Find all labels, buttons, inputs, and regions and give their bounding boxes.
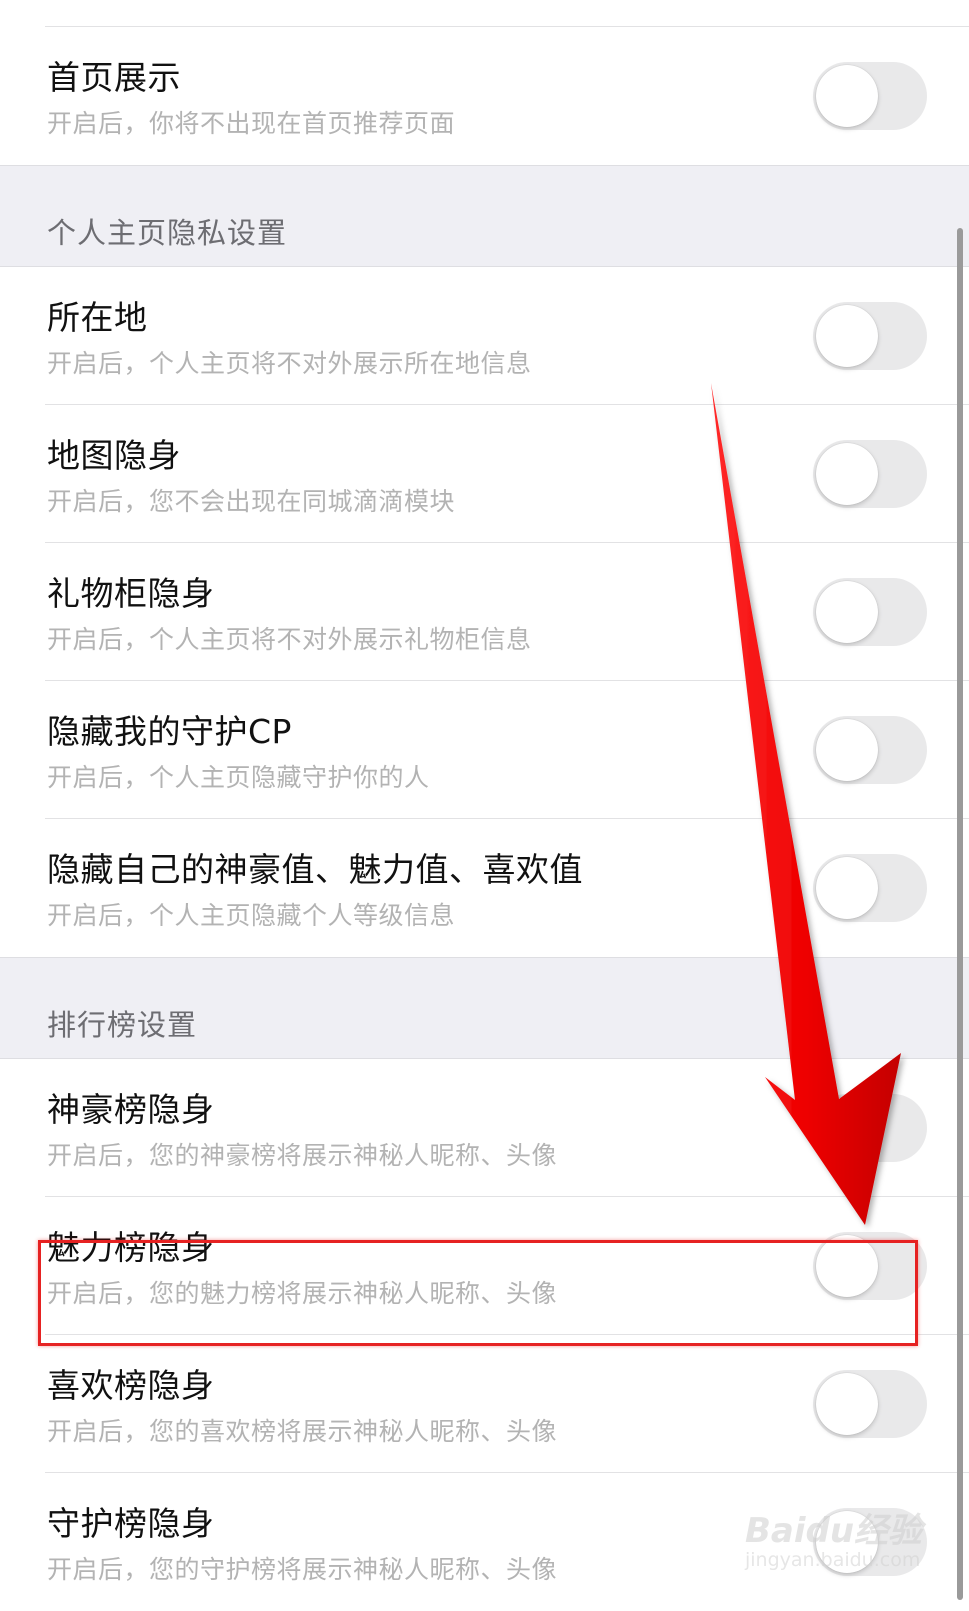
map-invisible-toggle[interactable]	[813, 440, 927, 508]
toggle-knob	[816, 65, 878, 127]
rich-rank-toggle[interactable]	[813, 1094, 927, 1162]
home-display-toggle[interactable]	[813, 62, 927, 130]
toggle-knob	[816, 1373, 878, 1435]
toggle-knob	[816, 1097, 878, 1159]
toggle-knob	[816, 305, 878, 367]
baidu-watermark: Baidu经验 jingyan.baidu.com	[745, 1503, 945, 1583]
location-toggle[interactable]	[813, 302, 927, 370]
hide-values-toggle[interactable]	[813, 854, 927, 922]
setting-title: 首页展示	[47, 58, 181, 97]
toggle-knob	[816, 443, 878, 505]
setting-description: 开启后，您的守护榜将展示神秘人昵称、头像	[47, 1555, 558, 1584]
setting-description: 开启后，个人主页将不对外展示所在地信息	[47, 349, 532, 378]
setting-row-rich-rank: 神豪榜隐身 开启后，您的神豪榜将展示神秘人昵称、头像	[0, 1059, 969, 1197]
gift-cabinet-toggle[interactable]	[813, 578, 927, 646]
section-title: 个人主页隐私设置	[47, 216, 288, 250]
setting-row-map-invisible: 地图隐身 开启后，您不会出现在同城滴滴模块	[0, 405, 969, 543]
setting-description: 开启后，个人主页隐藏守护你的人	[47, 763, 430, 792]
setting-description: 开启后，您的神豪榜将展示神秘人昵称、头像	[47, 1141, 558, 1170]
setting-title: 喜欢榜隐身	[47, 1366, 215, 1405]
setting-title: 礼物柜隐身	[47, 574, 215, 613]
setting-title: 守护榜隐身	[47, 1504, 215, 1543]
setting-description: 开启后，你将不出现在首页推荐页面	[47, 109, 456, 138]
setting-row-like-rank: 喜欢榜隐身 开启后，您的喜欢榜将展示神秘人昵称、头像	[0, 1335, 969, 1473]
scrollbar[interactable]	[957, 228, 963, 1600]
section-title: 排行榜设置	[47, 1008, 198, 1042]
setting-title: 神豪榜隐身	[47, 1090, 215, 1129]
highlight-box	[38, 1240, 918, 1346]
like-rank-toggle[interactable]	[813, 1370, 927, 1438]
toggle-knob	[816, 857, 878, 919]
setting-description: 开启后，个人主页将不对外展示礼物柜信息	[47, 625, 532, 654]
guard-cp-toggle[interactable]	[813, 716, 927, 784]
setting-row-location: 所在地 开启后，个人主页将不对外展示所在地信息	[0, 267, 969, 405]
setting-description: 开启后，个人主页隐藏个人等级信息	[47, 901, 456, 930]
setting-row-guard-cp: 隐藏我的守护CP 开启后，个人主页隐藏守护你的人	[0, 681, 969, 819]
toggle-knob	[816, 581, 878, 643]
setting-title: 地图隐身	[47, 436, 181, 475]
section-header-profile-privacy: 个人主页隐私设置	[0, 165, 969, 267]
setting-row-hide-values: 隐藏自己的神豪值、魅力值、喜欢值 开启后，个人主页隐藏个人等级信息	[0, 819, 969, 957]
setting-title: 隐藏我的守护CP	[47, 712, 292, 751]
setting-description: 开启后，您的喜欢榜将展示神秘人昵称、头像	[47, 1417, 558, 1446]
setting-title: 隐藏自己的神豪值、魅力值、喜欢值	[47, 850, 583, 889]
watermark-url: jingyan.baidu.com	[745, 1549, 921, 1571]
toggle-knob	[816, 719, 878, 781]
section-header-leaderboard: 排行榜设置	[0, 957, 969, 1059]
setting-description: 开启后，您不会出现在同城滴滴模块	[47, 487, 456, 516]
setting-row-gift-cabinet: 礼物柜隐身 开启后，个人主页将不对外展示礼物柜信息	[0, 543, 969, 681]
setting-title: 所在地	[47, 298, 148, 337]
setting-row-home-display: 首页展示 开启后，你将不出现在首页推荐页面	[0, 27, 969, 165]
watermark-logo-text: Baidu经验	[745, 1511, 923, 1551]
